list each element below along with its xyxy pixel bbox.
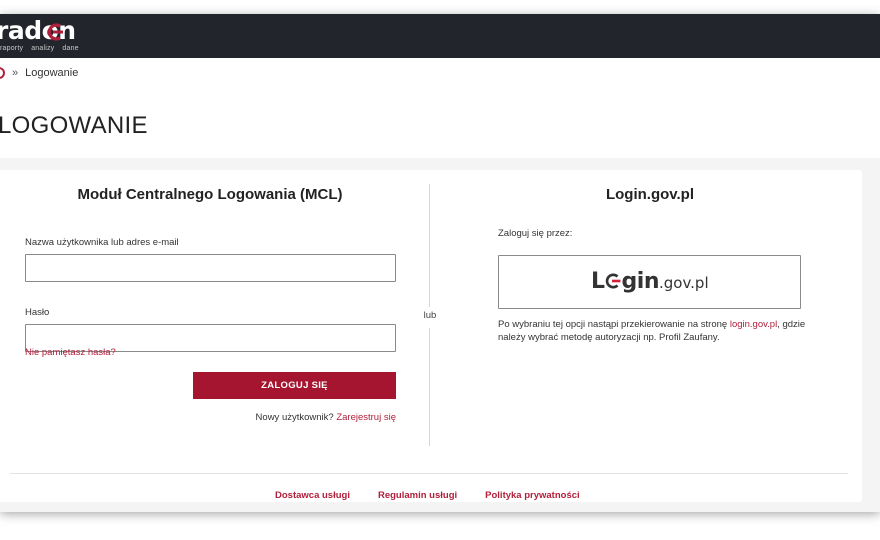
- top-bar: radon raporty analizy dane: [0, 14, 880, 58]
- username-label: Nazwa użytkownika lub adres e-mail: [25, 237, 179, 248]
- page-header-area: [0, 58, 880, 158]
- password-label: Hasło: [25, 307, 50, 318]
- new-user-text: Nowy użytkownik?: [255, 412, 334, 423]
- login-gov-logo: Lgin.gov.pl: [591, 269, 709, 294]
- breadcrumb: » Logowanie: [0, 67, 78, 79]
- gov-title: Login.gov.pl: [605, 186, 695, 203]
- vertical-divider: [429, 184, 430, 307]
- or-label: lub: [423, 310, 437, 321]
- footer-link-service-provider[interactable]: Dostawca usługi: [275, 490, 350, 501]
- breadcrumb-separator: »: [12, 67, 19, 79]
- username-input[interactable]: [25, 254, 396, 282]
- logo-subtitle: raporty analizy dane: [0, 45, 79, 52]
- logo-o-icon: [47, 23, 63, 41]
- login-card: Moduł Centralnego Logowania (MCL) Nazwa …: [0, 170, 862, 502]
- register-row: Nowy użytkownik? Zarejestruj się: [190, 412, 396, 423]
- logo-o-icon: [605, 273, 621, 289]
- login-gov-link[interactable]: login.gov.pl: [730, 319, 777, 330]
- login-gov-button[interactable]: Lgin.gov.pl: [498, 255, 801, 309]
- radon-logo[interactable]: radon raporty analizy dane: [0, 16, 90, 56]
- browser-window: radon raporty analizy dane » Logowanie LOG…: [0, 14, 880, 512]
- gov-note: Po wybraniu tej opcji nastąpi przekierow…: [498, 319, 806, 343]
- footer-link-terms[interactable]: Regulamin usługi: [378, 490, 457, 501]
- mcl-title: Moduł Centralnego Logowania (MCL): [77, 186, 343, 203]
- vertical-divider: [429, 328, 430, 446]
- footer-link-privacy[interactable]: Polityka prywatności: [485, 490, 580, 501]
- page-title: LOGOWANIE: [0, 112, 148, 139]
- footer-divider: [10, 473, 848, 474]
- breadcrumb-current: Logowanie: [25, 67, 79, 79]
- home-icon[interactable]: [0, 67, 5, 79]
- register-link[interactable]: Zarejestruj się: [336, 412, 396, 423]
- logo-text: radon: [0, 16, 76, 45]
- login-button[interactable]: ZALOGUJ SIĘ: [193, 372, 396, 399]
- gov-login-label: Zaloguj się przez:: [498, 228, 573, 239]
- forgot-password-link[interactable]: Nie pamiętasz hasła?: [25, 347, 116, 358]
- footer-links: Dostawca usługi Regulamin usługi Polityk…: [275, 490, 608, 501]
